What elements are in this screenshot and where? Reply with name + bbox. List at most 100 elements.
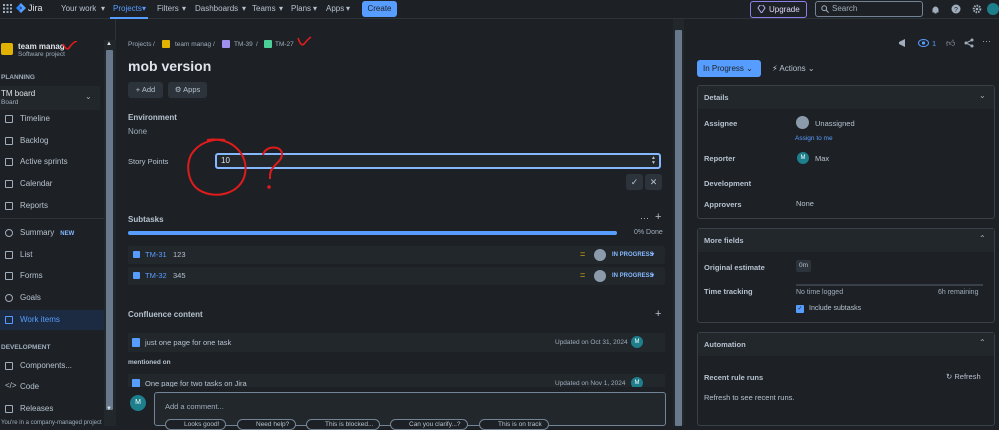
issue-title[interactable]: mob version: [128, 58, 211, 74]
nav-your-work[interactable]: Your work: [61, 4, 96, 13]
board-selector[interactable]: TM board Board ⌄: [0, 86, 100, 110]
project-name[interactable]: team manag: [18, 42, 65, 51]
nav-projects[interactable]: Projects: [113, 4, 142, 13]
upgrade-button[interactable]: Upgrade: [750, 1, 807, 18]
confluence-page-title[interactable]: just one page for one task: [145, 338, 231, 347]
quick-reply-chip[interactable]: Need help?: [237, 419, 297, 430]
sidebar-item-releases[interactable]: Releases: [0, 399, 104, 419]
nav-dashboards[interactable]: Dashboards: [195, 4, 238, 13]
sidebar-item-timeline[interactable]: Timeline: [0, 109, 104, 129]
nav-apps[interactable]: Apps: [326, 4, 344, 13]
subtask-summary[interactable]: 123: [173, 250, 186, 259]
sidebar-item-summary[interactable]: Summary NEW: [0, 223, 104, 243]
cancel-button[interactable]: ✕: [645, 174, 662, 190]
sidebar-item-reports[interactable]: Reports: [0, 196, 104, 216]
sidebar-item-work-items[interactable]: Work items: [0, 310, 104, 330]
apps-button[interactable]: ⚙ Apps: [168, 82, 207, 98]
breadcrumb-projects[interactable]: Projects: [128, 41, 151, 48]
quick-reply-chip[interactable]: Looks good!: [165, 419, 227, 430]
confirm-button[interactable]: ✓: [626, 174, 643, 190]
chevron-down-icon[interactable]: ▾: [182, 4, 186, 13]
details-header[interactable]: [698, 86, 994, 109]
actions-button[interactable]: ⚡︎ Actions ⌄: [772, 64, 815, 73]
close-icon: ✕: [649, 177, 658, 187]
main-scroll-thumb[interactable]: [675, 30, 682, 426]
work-items-icon: [5, 316, 13, 324]
environment-value[interactable]: None: [128, 127, 147, 136]
chevron-down-icon[interactable]: ⌄: [979, 91, 986, 100]
chevron-up-icon[interactable]: ⌃: [979, 234, 986, 243]
nav-plans[interactable]: Plans: [291, 4, 311, 13]
chevron-down-icon[interactable]: ▾: [651, 251, 654, 258]
like-icon[interactable]: 👍︎: [946, 38, 955, 49]
add-button[interactable]: + Add: [128, 82, 163, 98]
scroll-down-arrow[interactable]: ▼: [106, 406, 112, 412]
chevron-down-icon[interactable]: ▾: [242, 4, 246, 13]
sidebar-item-forms[interactable]: Forms: [0, 266, 104, 286]
sidebar-item-components[interactable]: Components...: [0, 356, 104, 376]
help-icon[interactable]: ?: [951, 4, 961, 14]
add-confluence-icon[interactable]: +: [655, 308, 661, 320]
subtask-row[interactable]: TM-32 345 = IN PROGRESS ▾: [128, 267, 665, 285]
chevron-down-icon[interactable]: ▾: [142, 4, 146, 13]
quick-reply-chip[interactable]: Can you clarify...?: [390, 419, 468, 430]
original-estimate-value[interactable]: 0m: [796, 260, 812, 272]
assignee-value[interactable]: Unassigned: [815, 119, 855, 128]
subtask-row[interactable]: TM-31 123 = IN PROGRESS ▾: [128, 246, 665, 264]
subtask-key[interactable]: TM-31: [145, 250, 167, 259]
watch-eye-icon[interactable]: [918, 38, 929, 48]
assign-to-me-link[interactable]: Assign to me: [795, 135, 833, 142]
sidebar-scroll-thumb[interactable]: [106, 50, 113, 410]
sidebar-item-goals[interactable]: Goals: [0, 288, 104, 308]
chevron-down-icon[interactable]: ▾: [651, 272, 654, 279]
sidebar-item-backlog[interactable]: Backlog: [0, 131, 104, 151]
breadcrumb-project[interactable]: team manag: [175, 41, 211, 48]
more-icon[interactable]: ···: [640, 213, 649, 223]
megaphone-icon[interactable]: [898, 38, 909, 48]
subtask-summary[interactable]: 345: [173, 271, 186, 280]
subtask-key[interactable]: TM-32: [145, 271, 167, 280]
confluence-page-row[interactable]: One page for two tasks on Jira Updated o…: [128, 374, 665, 387]
subtask-status[interactable]: IN PROGRESS: [612, 252, 654, 258]
unassigned-avatar[interactable]: [594, 270, 606, 282]
add-subtask-icon[interactable]: +: [655, 211, 661, 223]
more-actions-icon[interactable]: ···: [982, 36, 991, 46]
sidebar-item-code[interactable]: </> Code: [0, 377, 104, 397]
refresh-button[interactable]: ↻ Refresh: [946, 372, 981, 381]
chevron-down-icon[interactable]: ▾: [313, 4, 317, 13]
chevron-down-icon[interactable]: ▾: [346, 4, 350, 13]
breadcrumb-issue[interactable]: TM-27: [275, 41, 294, 48]
time-tracking-bar[interactable]: [796, 284, 983, 286]
breadcrumb-parent[interactable]: TM-39: [234, 41, 253, 48]
create-button[interactable]: Create: [362, 1, 397, 17]
nav-teams[interactable]: Teams: [252, 4, 276, 13]
nav-filters[interactable]: Filters: [157, 4, 179, 13]
page-author-avatar: M: [631, 377, 643, 387]
confluence-page-row[interactable]: just one page for one task Updated on Oc…: [128, 333, 665, 352]
reporter-value[interactable]: Max: [815, 154, 829, 163]
chevron-down-icon[interactable]: ▾: [279, 4, 283, 13]
jira-logo-icon[interactable]: [15, 3, 26, 15]
app-switcher-icon[interactable]: [3, 4, 12, 13]
unassigned-avatar[interactable]: [594, 249, 606, 261]
number-spinner[interactable]: ▲ ▼: [651, 156, 656, 166]
sidebar-item-active-sprints[interactable]: Active sprints: [0, 152, 104, 172]
jira-logo-text[interactable]: Jira: [28, 3, 43, 13]
quick-reply-chip[interactable]: This is blocked...: [306, 419, 381, 430]
subtask-status[interactable]: IN PROGRESS: [612, 273, 654, 279]
settings-gear-icon[interactable]: [972, 4, 982, 14]
include-subtasks-checkbox[interactable]: ✓: [796, 305, 804, 313]
approvers-value[interactable]: None: [796, 199, 814, 208]
chevron-up-icon[interactable]: ⌃: [979, 338, 986, 347]
sidebar-item-list[interactable]: List: [0, 245, 104, 265]
profile-avatar[interactable]: [987, 3, 999, 15]
sidebar-item-calendar[interactable]: Calendar: [0, 174, 104, 194]
confluence-page-title[interactable]: One page for two tasks on Jira: [145, 379, 247, 387]
notifications-icon[interactable]: [931, 5, 940, 14]
status-dropdown[interactable]: In Progress ⌄: [697, 60, 761, 77]
chevron-down-icon[interactable]: ▾: [101, 4, 105, 13]
scroll-up-arrow[interactable]: ▲: [106, 41, 112, 47]
search-input[interactable]: Search: [815, 1, 923, 17]
share-icon[interactable]: [964, 38, 974, 48]
quick-reply-chip[interactable]: This is on track: [479, 419, 549, 430]
